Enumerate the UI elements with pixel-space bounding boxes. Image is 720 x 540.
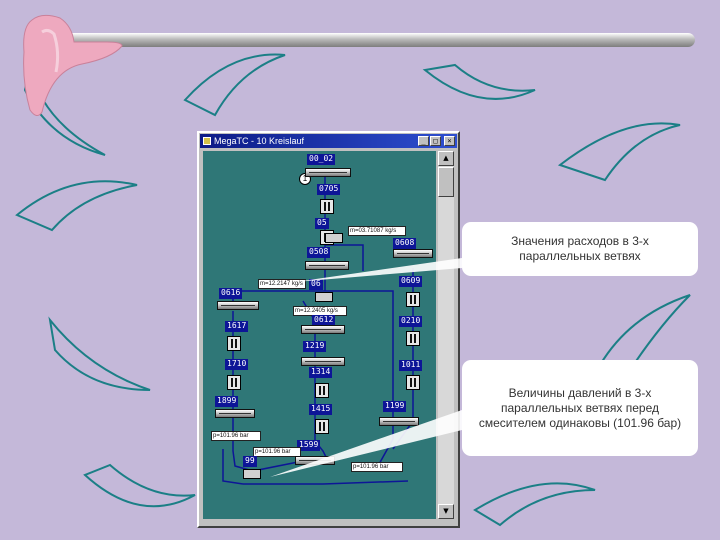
pressures-callout: Величины давлений в 3-х параллельных вет… — [462, 360, 698, 456]
flows-callout-text: Значения расходов в 3-х параллельных вет… — [511, 234, 649, 263]
flows-callout: Значения расходов в 3-х параллельных вет… — [462, 222, 698, 276]
pressures-callout-text: Величины давлений в 3-х параллельных вет… — [478, 385, 682, 430]
slide: MegaTC - 10 Kreislauf _ □ × 00_02 1 0705… — [0, 0, 720, 540]
